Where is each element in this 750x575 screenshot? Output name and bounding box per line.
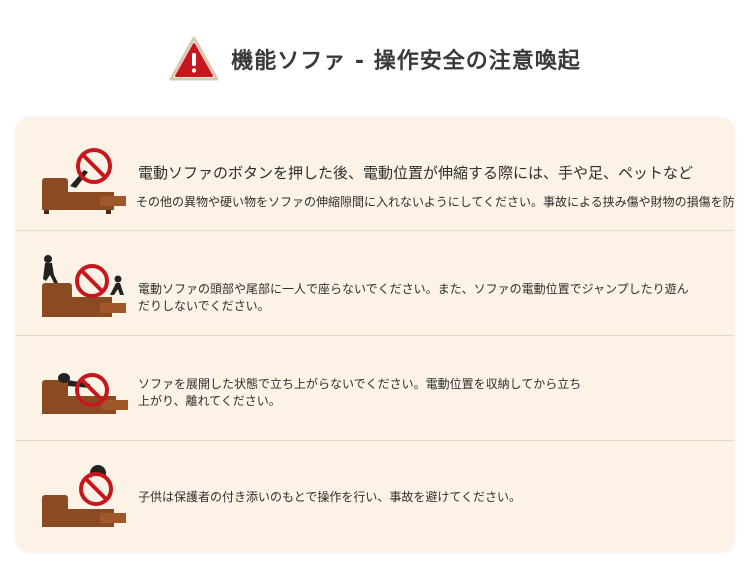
page-title: 機能ソファ - 操作安全の注意喚起 bbox=[231, 49, 581, 74]
no-sitting-on-ends-icon bbox=[42, 255, 126, 317]
list-item: ソファを展開した状態で立ち上がらないでください。電動位置を収納してから立ち 上が… bbox=[16, 336, 734, 441]
warning-text-1: 電動ソファのボタンを押した後、電動位置が伸縮する際には、手や足、ペットなど bbox=[138, 164, 694, 182]
list-item: 電動ソファのボタンを押した後、電動位置が伸縮する際には、手や足、ペットなど その… bbox=[16, 118, 734, 231]
warning-text-4: 子供は保護者の付き添いのもとで操作を行い、事故を避けてください。 bbox=[138, 490, 522, 504]
warning-text-2-line2: だりしないでください。 bbox=[138, 299, 270, 313]
list-item: 電動ソファの頭部や尾部に一人で座らないでください。また、ソファの電動位置でジャン… bbox=[16, 231, 734, 336]
warning-triangle-icon bbox=[169, 36, 219, 81]
no-standing-up-extended-icon bbox=[42, 373, 128, 414]
warning-text-3: ソファを展開した状態で立ち上がらないでください。電動位置を収納してから立ち 上が… bbox=[138, 376, 581, 410]
safety-panel: 電動ソファのボタンを押した後、電動位置が伸縮する際には、手や足、ペットなど その… bbox=[16, 118, 734, 552]
header: 機能ソファ - 操作安全の注意喚起 bbox=[0, 34, 750, 84]
warning-text-3-line1: ソファを展開した状態で立ち上がらないでください。電動位置を収納してから立ち bbox=[138, 377, 582, 391]
warning-text-3-line2: 上がり、離れてください。 bbox=[138, 394, 281, 408]
child-supervision-icon bbox=[42, 465, 126, 527]
warning-text-2-line1: 電動ソファの頭部や尾部に一人で座らないでください。また、ソファの電動位置でジャン… bbox=[138, 282, 689, 296]
no-hands-in-mechanism-icon bbox=[42, 148, 126, 214]
warning-text-1b: その他の異物や硬い物をソファの伸縮隙間に入れないようにしてください。事故による挟… bbox=[136, 195, 734, 209]
warning-text-2: 電動ソファの頭部や尾部に一人で座らないでください。また、ソファの電動位置でジャン… bbox=[138, 281, 689, 315]
list-item: 子供は保護者の付き添いのもとで操作を行い、事故を避けてください。 bbox=[16, 441, 734, 552]
